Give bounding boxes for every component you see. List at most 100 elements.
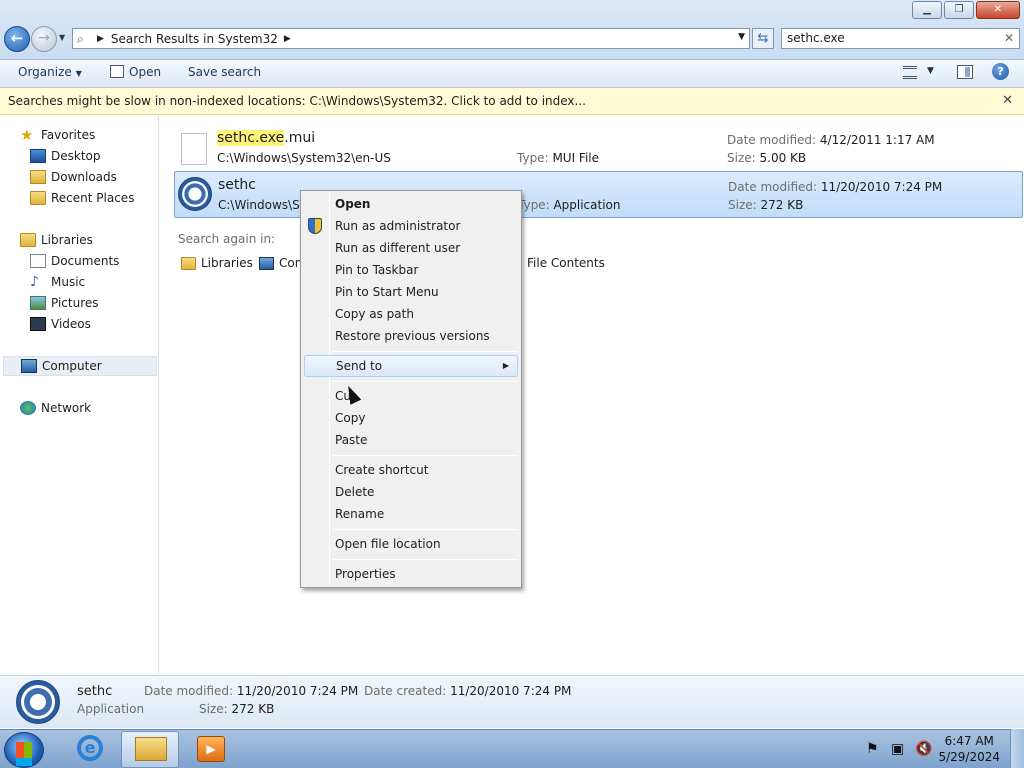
breadcrumb-separator-icon[interactable]: ▶ (97, 34, 104, 44)
menu-item-label: Run as different user (335, 241, 461, 255)
type-label: Type: (517, 151, 549, 165)
nav-item-network[interactable]: Network (20, 398, 91, 418)
menu-item-label: Create shortcut (335, 463, 429, 477)
modified-value: 11/20/2010 7:24 PM (236, 684, 359, 698)
nav-item-videos[interactable]: Videos (30, 314, 91, 334)
save-search-button[interactable]: Save search (188, 65, 261, 79)
menu-item-label: Run as administrator (335, 219, 461, 233)
breadcrumb-arrow-icon[interactable]: ▶ (284, 34, 291, 44)
submenu-arrow-icon: ▶ (502, 361, 509, 370)
search-again-file-contents-label: File Contents (527, 256, 605, 270)
internet-explorer-icon[interactable]: e (77, 735, 103, 761)
menu-item-send-to[interactable]: Send to ▶ (304, 355, 518, 377)
address-bar[interactable]: ⌕ ▶ Search Results in System32 ▶ ▼ (72, 28, 750, 49)
nav-item-recent-places[interactable]: Recent Places (30, 188, 134, 208)
menu-item-label: Open (335, 197, 371, 211)
nav-item-computer[interactable]: Computer (3, 356, 157, 376)
breadcrumb[interactable]: Search Results in System32 (111, 32, 278, 46)
details-created: Date created: 11/20/2010 7:24 PM (364, 684, 571, 698)
back-button[interactable]: ← (4, 26, 30, 52)
clear-search-icon[interactable]: ✕ (1004, 29, 1014, 48)
start-button[interactable] (4, 732, 44, 768)
menu-item-pin-to-taskbar[interactable]: Pin to Taskbar (304, 259, 518, 281)
menu-item-copy-as-path[interactable]: Copy as path (304, 303, 518, 325)
menu-item-copy[interactable]: Copy (304, 407, 518, 429)
action-center-flag-icon[interactable]: ⚑ (866, 741, 879, 757)
menu-item-open[interactable]: Open (304, 193, 518, 215)
show-desktop-button[interactable] (1010, 729, 1024, 768)
maximize-button[interactable]: ❐ (944, 1, 974, 19)
menu-item-label: Properties (335, 567, 396, 581)
views-icon[interactable] (903, 66, 917, 79)
menu-item-open-file-location[interactable]: Open file location (304, 533, 518, 555)
menu-item-delete[interactable]: Delete (304, 481, 518, 503)
modified-label: Date modified: (727, 133, 817, 147)
info-bar[interactable]: Searches might be slow in non-indexed lo… (0, 88, 1024, 115)
minimize-button[interactable]: ▁ (912, 1, 942, 19)
nav-item-pictures[interactable]: Pictures (30, 293, 99, 313)
address-dropdown-icon[interactable]: ▼ (738, 32, 745, 42)
menu-item-create-shortcut[interactable]: Create shortcut (304, 459, 518, 481)
nav-label: Pictures (51, 296, 99, 310)
modified-label: Date modified: (728, 180, 818, 194)
search-again-libraries[interactable]: Libraries (181, 256, 253, 270)
info-bar-message[interactable]: Searches might be slow in non-indexed lo… (8, 94, 586, 108)
network-tray-icon[interactable]: ▣ (891, 741, 904, 757)
modified-value: 11/20/2010 7:24 PM (820, 180, 943, 194)
menu-item-paste[interactable]: Paste (304, 429, 518, 451)
menu-separator (332, 351, 518, 352)
result-type: Type: Application (518, 198, 621, 212)
nav-item-music[interactable]: ♪ Music (30, 272, 85, 292)
created-label: Date created: (364, 684, 447, 698)
help-icon[interactable]: ? (992, 63, 1009, 80)
close-button[interactable]: ✕ (976, 1, 1020, 19)
result-modified: Date modified: 11/20/2010 7:24 PM (728, 180, 942, 194)
menu-separator (332, 455, 518, 456)
menu-item-restore-previous-versions[interactable]: Restore previous versions (304, 325, 518, 347)
menu-item-label: Copy as path (335, 307, 414, 321)
menu-item-run-as-different-user[interactable]: Run as different user (304, 237, 518, 259)
explorer-folder-icon[interactable] (135, 737, 167, 761)
application-icon (16, 680, 60, 724)
forward-button[interactable]: → (31, 26, 57, 52)
menu-item-run-as-administrator[interactable]: Run as administrator (304, 215, 518, 237)
menu-item-label: Pin to Start Menu (335, 285, 439, 299)
nav-item-documents[interactable]: Documents (30, 251, 119, 271)
nav-item-libraries[interactable]: Libraries (20, 230, 93, 250)
search-again-libraries-label: Libraries (201, 256, 253, 270)
maximize-icon: ❐ (954, 4, 964, 15)
window-controls: ▁ ❐ ✕ (910, 1, 1020, 19)
open-label: Open (129, 65, 162, 79)
views-dropdown-icon[interactable]: ▼ (927, 66, 934, 76)
result-item[interactable]: sethc.exe.mui C:\Windows\System32\en-US … (174, 125, 1023, 172)
menu-item-rename[interactable]: Rename (304, 503, 518, 525)
recent-pages-dropdown[interactable]: ▼ (59, 33, 65, 42)
nav-label: Music (51, 275, 86, 289)
open-button[interactable]: Open (110, 65, 161, 79)
nav-item-favorites[interactable]: ★ Favorites (20, 125, 95, 145)
menu-item-properties[interactable]: Properties (304, 563, 518, 585)
nav-item-downloads[interactable]: Downloads (30, 167, 117, 187)
nav-label: Computer (42, 359, 102, 373)
application-icon (178, 177, 212, 211)
network-icon (20, 401, 36, 415)
volume-muted-icon[interactable]: 🔇 (915, 741, 932, 757)
menu-item-cut[interactable]: Cut (304, 385, 518, 407)
organize-button[interactable]: Organize ▼ (18, 65, 82, 79)
refresh-button[interactable]: ⇆ (752, 28, 774, 49)
info-bar-close-icon[interactable]: ✕ (1002, 93, 1013, 108)
menu-item-pin-to-start-menu[interactable]: Pin to Start Menu (304, 281, 518, 303)
nav-item-desktop[interactable]: Desktop (30, 146, 101, 166)
search-icon: ⌕ (77, 31, 84, 46)
details-name: sethc (77, 684, 113, 699)
music-icon: ♪ (30, 274, 39, 290)
media-player-icon[interactable]: ▶ (197, 736, 225, 762)
search-input[interactable]: sethc.exe ✕ (781, 28, 1020, 49)
search-again-file-contents[interactable]: File Contents (527, 256, 605, 270)
result-type: Type: MUI File (517, 151, 599, 165)
preview-pane-icon[interactable] (957, 65, 973, 79)
documents-icon (30, 254, 46, 268)
modified-value: 4/12/2011 1:17 AM (819, 133, 935, 147)
clock[interactable]: 6:47 AM 5/29/2024 (938, 733, 1000, 765)
pictures-icon (30, 296, 46, 310)
